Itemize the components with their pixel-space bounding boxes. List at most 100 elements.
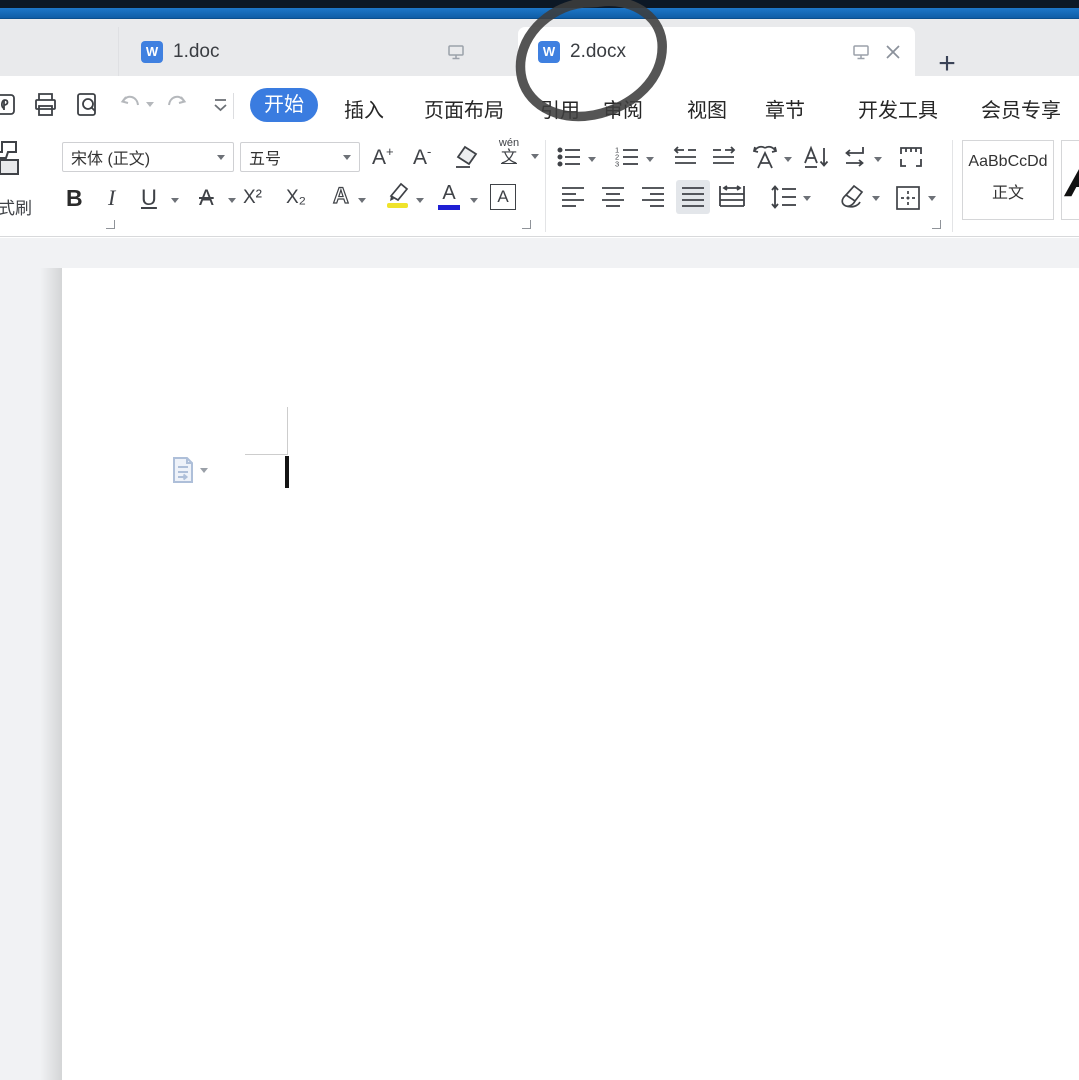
line-spacing-icon[interactable] xyxy=(770,183,797,210)
underline-button[interactable]: U xyxy=(141,185,157,211)
dialog-launcher-icon[interactable] xyxy=(106,220,115,229)
tab-2docx[interactable]: W 2.docx xyxy=(518,27,915,76)
menu-tab-references[interactable]: 引用 xyxy=(540,94,580,123)
grow-font-button[interactable]: A+ xyxy=(372,144,394,170)
subscript-button[interactable]: X₂ xyxy=(286,187,306,209)
chevron-down-icon xyxy=(343,154,351,160)
align-right-icon[interactable] xyxy=(640,185,667,212)
wps-writer-window: 首页 W 1.doc W 2.docx + xyxy=(0,0,1079,1080)
bold-button[interactable]: B xyxy=(66,185,83,212)
text-effects-icon[interactable]: A xyxy=(328,183,354,209)
tab-1doc-label: 1.doc xyxy=(173,40,220,62)
print-icon[interactable] xyxy=(32,91,59,118)
font-color-icon[interactable]: A xyxy=(438,183,460,210)
undo-dropdown-icon[interactable] xyxy=(146,102,154,107)
print-preview-icon[interactable] xyxy=(74,91,101,118)
wps-doc-icon: W xyxy=(538,40,560,63)
align-center-icon[interactable] xyxy=(600,185,627,212)
titlebar-top-strip xyxy=(0,0,1079,8)
font-size-value: 五号 xyxy=(249,151,282,168)
clear-format-icon[interactable] xyxy=(452,144,480,172)
chevron-down-icon[interactable] xyxy=(358,198,366,203)
justify-button[interactable] xyxy=(676,180,710,214)
menu-tab-view[interactable]: 视图 xyxy=(687,94,727,123)
chevron-down-icon[interactable] xyxy=(416,198,424,203)
chevron-down-icon[interactable] xyxy=(928,196,936,201)
margin-crop-mark xyxy=(245,454,288,455)
format-painter-icon[interactable] xyxy=(0,138,26,182)
numbered-list-icon[interactable]: 123 xyxy=(614,144,641,171)
chevron-down-icon xyxy=(217,154,225,160)
character-border-button[interactable]: A xyxy=(490,184,516,210)
align-left-icon[interactable] xyxy=(560,185,587,212)
menu-tab-developer[interactable]: 开发工具 xyxy=(858,94,938,123)
chevron-down-icon[interactable] xyxy=(874,157,882,162)
chevron-down-icon[interactable] xyxy=(803,196,811,201)
menu-tab-section[interactable]: 章节 xyxy=(765,94,805,123)
chevron-down-icon[interactable] xyxy=(588,157,596,162)
chevron-down-icon[interactable] xyxy=(784,157,792,162)
text-cursor xyxy=(285,456,289,488)
phonetic-guide-button[interactable]: wén 文 xyxy=(494,138,524,167)
font-size-select[interactable]: 五号 xyxy=(240,142,360,172)
borders-icon[interactable] xyxy=(894,184,921,211)
chevron-down-icon[interactable] xyxy=(200,468,208,473)
superscript-button[interactable]: X² xyxy=(243,187,262,209)
titlebar-blue-strip xyxy=(0,8,1079,19)
group-separator xyxy=(952,140,953,232)
menu-tab-home[interactable]: 开始 xyxy=(250,88,318,122)
tab-1doc[interactable]: W 1.doc xyxy=(118,27,510,76)
style-name: 正文 xyxy=(991,185,1024,202)
text-direction-icon[interactable] xyxy=(750,143,778,170)
menu-tab-insert[interactable]: 插入 xyxy=(344,94,384,123)
line-break-icon[interactable] xyxy=(841,144,868,171)
dialog-launcher-icon[interactable] xyxy=(932,220,941,229)
tab-ruler-icon[interactable] xyxy=(897,144,924,171)
format-painter-label[interactable]: 式刷 xyxy=(0,194,32,219)
font-name-value: 宋体 (正文) xyxy=(71,151,151,168)
shrink-font-button[interactable]: A- xyxy=(413,144,431,170)
customize-toolbar-icon[interactable] xyxy=(207,91,234,118)
italic-button[interactable]: I xyxy=(108,185,115,211)
wps-doc-icon: W xyxy=(141,40,163,63)
increase-indent-icon[interactable] xyxy=(710,144,737,171)
chevron-down-icon[interactable] xyxy=(646,157,654,162)
chevron-down-icon[interactable] xyxy=(531,154,539,159)
export-pdf-icon[interactable] xyxy=(0,91,18,118)
chevron-down-icon[interactable] xyxy=(171,198,179,203)
chevron-down-icon[interactable] xyxy=(872,196,880,201)
tab-2docx-label: 2.docx xyxy=(570,40,626,62)
document-workspace xyxy=(0,238,1079,1080)
group-separator xyxy=(545,140,546,232)
document-tabbar: 首页 W 1.doc W 2.docx + xyxy=(0,19,1079,80)
style-heading-partial[interactable]: A xyxy=(1061,140,1079,220)
undo-icon[interactable] xyxy=(117,91,144,118)
menu-tab-membership[interactable]: 会员专享 xyxy=(981,94,1061,123)
chevron-down-icon[interactable] xyxy=(228,198,236,203)
distribute-icon[interactable] xyxy=(718,185,745,212)
tab-home-partial[interactable]: 首页 xyxy=(0,27,13,69)
redo-icon[interactable] xyxy=(163,91,190,118)
style-normal[interactable]: AaBbCcDd 正文 xyxy=(962,140,1054,220)
highlight-color-icon[interactable] xyxy=(382,180,412,210)
chevron-down-icon[interactable] xyxy=(470,198,478,203)
dialog-launcher-icon[interactable] xyxy=(522,220,531,229)
style-preview: AaBbCcDd xyxy=(968,153,1048,170)
decrease-indent-icon[interactable] xyxy=(672,144,699,171)
monitor-icon[interactable] xyxy=(446,42,466,62)
font-name-select[interactable]: 宋体 (正文) xyxy=(62,142,234,172)
document-page[interactable] xyxy=(62,268,1079,1080)
page-shadow xyxy=(40,268,62,1080)
strikethrough-button[interactable]: A xyxy=(199,185,214,211)
close-icon[interactable] xyxy=(883,42,903,62)
sort-icon[interactable] xyxy=(802,143,829,170)
toolbar-separator xyxy=(233,93,234,119)
svg-text:3: 3 xyxy=(615,160,619,169)
menu-tab-review[interactable]: 审阅 xyxy=(603,94,643,123)
document-assistant-icon[interactable] xyxy=(170,455,196,485)
shading-icon[interactable] xyxy=(838,183,865,210)
bullet-list-icon[interactable] xyxy=(556,144,583,171)
menu-tab-page-layout[interactable]: 页面布局 xyxy=(424,94,504,123)
monitor-icon[interactable] xyxy=(851,42,871,62)
menubar: 开始 插入 页面布局 引用 审阅 视图 章节 开发工具 会员专享 xyxy=(0,76,1079,130)
